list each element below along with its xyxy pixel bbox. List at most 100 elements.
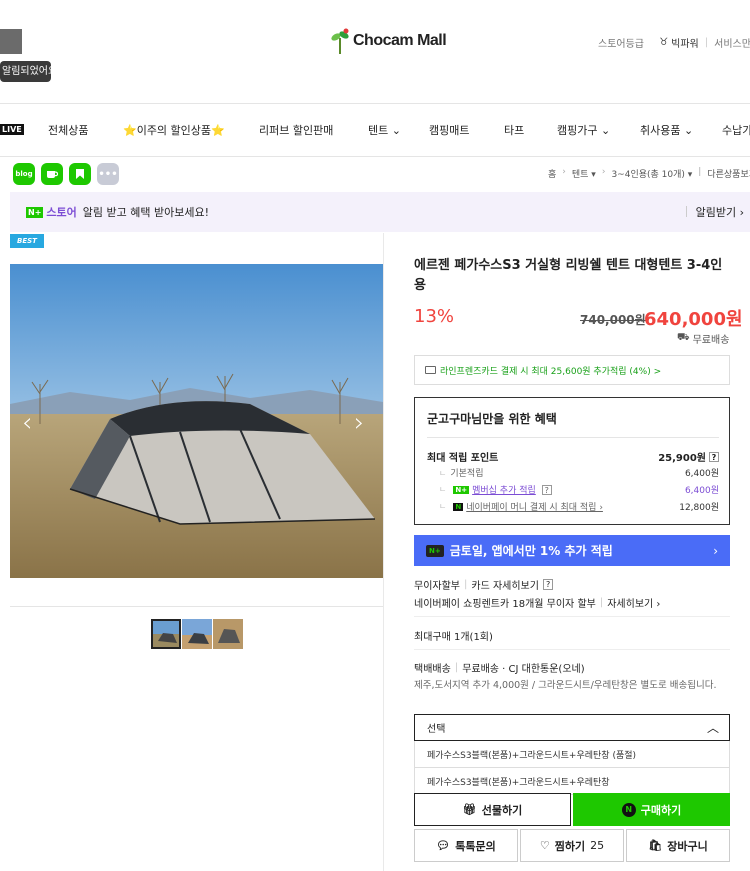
promo-text: 금토일, 앱에서만 1% 추가 적립 (449, 544, 613, 558)
wishlist-button[interactable]: ♡ 찜하기 25 (520, 829, 624, 862)
installment-card-link[interactable]: 카드 자세히보기 (471, 577, 539, 592)
npay-points-value: 12,800원 (679, 503, 719, 513)
nav-storage[interactable]: 수납가 (722, 122, 750, 138)
max-points-label: 최대 적립 포인트 (427, 453, 499, 464)
blog-share-label: blog (15, 170, 33, 178)
gift-label: 선물하기 (481, 803, 523, 817)
membership-points-link[interactable]: 멤버십 추가 적립 (472, 483, 536, 496)
cafe-share-icon[interactable] (41, 163, 63, 185)
nav-refurb-sale[interactable]: 리퍼브 할인판매 (259, 122, 333, 138)
more-share-icon[interactable]: ••• (97, 163, 119, 185)
wishlist-count: 25 (590, 839, 605, 852)
max-points-value: 25,900원 (658, 453, 706, 464)
nav-all-products[interactable]: 전체상품 (48, 122, 88, 138)
sale-price: 640,000원 (644, 309, 743, 330)
store-logo[interactable]: Chocam Mall (330, 28, 447, 54)
notify-button[interactable]: 알림받기 › (685, 204, 744, 220)
truck-icon: ⛟ (677, 332, 690, 343)
benefit-box: 군고구마님만을 위한 혜택 최대 적립 포인트 25,900원? 기본적립 6,… (414, 397, 730, 525)
membership-points-row: N+멤버십 추가 적립? 6,400원 (427, 483, 719, 496)
store-grade-link[interactable]: 스토어등급 (598, 35, 644, 50)
bigpower-icon: ♉ (659, 37, 669, 48)
benefit-title: 군고구마님만을 위한 혜택 (427, 412, 557, 426)
nav-tent[interactable]: 텐트 ⌄ (368, 122, 401, 138)
thumbnail-1[interactable] (151, 619, 181, 649)
delivery-note-text: 제주,도서지역 추가 4,000원 / 그라운드시트/우레탄창은 별도로 배송됩… (414, 680, 717, 691)
profile-placeholder (0, 29, 22, 54)
chat-bubble-icon: 💬︎ (436, 839, 451, 852)
breadcrumb-home[interactable]: 홈 (548, 167, 556, 180)
service-link[interactable]: 서비스만족 (714, 35, 750, 50)
bigpower-label: 빅파워 (671, 39, 699, 50)
membership-help-icon[interactable]: ? (541, 484, 552, 495)
delivery-row: 택배배송 | 무료배송 · CJ 대한통운(오네) (414, 662, 585, 675)
app-promo-banner[interactable]: N+ 금토일, 앱에서만 1% 추가 적립 › (414, 535, 730, 566)
gift-button[interactable]: 🎁︎ 선물하기 (414, 793, 571, 826)
notify-banner: N+ 스토어 알림 받고 혜택 받아보세요! 알림받기 › (10, 192, 750, 232)
card-benefit-link[interactable]: 라인프렌즈카드 결제 시 최대 25,600원 추가적립 (4%) > (414, 355, 730, 385)
naver-plus-membership-icon: N+ (453, 485, 470, 494)
nav-cookware[interactable]: 취사용품 ⌄ (640, 122, 693, 138)
free-shipping-text: 무료배송 (692, 335, 730, 346)
rental-detail-link[interactable]: 자세히보기 › (607, 595, 660, 610)
benefit-divider (427, 437, 719, 438)
column-divider (383, 233, 384, 871)
max-points-row: 최대 적립 포인트 25,900원? (427, 449, 719, 464)
prev-image-arrow-icon[interactable]: ‹ (22, 408, 32, 438)
max-purchase-text: 최대구매 1개(1회) (414, 632, 493, 643)
bookmark-share-icon[interactable] (69, 163, 91, 185)
rental-row: 네이버페이 쇼핑렌트카 18개월 무이자 할부 | 자세히보기 › (414, 595, 661, 610)
thumbnail-strip (151, 619, 243, 649)
share-buttons: blog ••• (13, 163, 119, 185)
delivery-label: 택배배송 (414, 664, 451, 675)
thumbnail-3[interactable] (213, 619, 243, 649)
best-badge: BEST (10, 234, 44, 248)
naver-pay-icon: N (453, 502, 464, 511)
blog-share-icon[interactable]: blog (13, 163, 35, 185)
live-badge[interactable]: LIVE (0, 124, 24, 135)
breadcrumb-tent[interactable]: 텐트 ▾ (572, 167, 596, 180)
nav-divider (0, 156, 750, 157)
option-select[interactable]: 선택 ︿ (414, 714, 730, 741)
rental-text: 네이버페이 쇼핑렌트카 18개월 무이자 할부 (414, 599, 596, 610)
nav-tarp[interactable]: 타프 (504, 122, 524, 138)
card-benefit-text: 라인프렌즈카드 결제 시 최대 25,600원 추가적립 (4%) > (440, 366, 662, 377)
basic-points-value: 6,400원 (684, 469, 719, 479)
installment-label: 무이자할부 (414, 581, 460, 592)
next-image-arrow-icon[interactable]: › (354, 408, 364, 438)
delivery-note: 제주,도서지역 추가 4,000원 / 그라운드시트/우레탄창은 별도로 배송됩… (414, 677, 716, 691)
free-shipping-badge: ⛟ 무료배송 (677, 331, 729, 346)
store-label-text: 스토어 (46, 206, 77, 219)
option-select-label: 선택 (427, 724, 446, 735)
other-products-link[interactable]: 다른상품보기 (707, 167, 750, 180)
basic-points-label: 기본적립 (427, 466, 483, 479)
chevron-up-icon: ︿ (706, 721, 719, 735)
installment-help-icon[interactable]: ? (542, 579, 554, 590)
header-links: 스토어등급 ♉ 빅파워 | 서비스만족 (598, 35, 750, 50)
buy-button[interactable]: N 구매하기 (573, 793, 730, 826)
option-item-soldout[interactable]: 페가수스S3블랙(본품)+그라운드시트+우레탄창 (품절) (414, 741, 730, 768)
nav-camping-mat[interactable]: 캠핑매트 (429, 122, 469, 138)
breadcrumb-category[interactable]: 3~4인용(총 10개) ▾ (611, 167, 692, 180)
naver-plus-app-icon: N+ (426, 544, 444, 557)
breadcrumb: 홈 › 텐트 ▾ › 3~4인용(총 10개) ▾ | 다른상품보기 (548, 167, 750, 180)
cart-label: 장바구니 (667, 839, 708, 853)
npay-points-link[interactable]: 네이버페이 머니 결제 시 최대 적립 › (466, 500, 603, 513)
thumbnail-2[interactable] (182, 619, 212, 649)
leaf-logo-icon (331, 28, 349, 54)
info-divider-1 (414, 616, 730, 617)
option-item[interactable]: 페가수스S3블랙(본품)+그라운드시트+우레탄창 (414, 768, 730, 795)
npay-points-row: N네이버페이 머니 결제 시 최대 적립 › 12,800원 (427, 500, 719, 513)
heart-icon: ♡ (539, 839, 550, 852)
nav-weekly-sale[interactable]: ⭐이주의 할인상품⭐ (123, 122, 225, 138)
nav-camping-furniture[interactable]: 캠핑가구 ⌄ (557, 122, 610, 138)
credit-card-icon (425, 366, 436, 374)
delivery-value: 무료배송 · CJ 대한통운(오네) (462, 664, 585, 675)
cart-button[interactable]: 🛍︎ 장바구니 (626, 829, 730, 862)
help-icon[interactable]: ? (709, 451, 719, 462)
banner-message: 알림 받고 혜택 받아보세요! (82, 206, 209, 219)
naver-plus-icon: N+ (26, 206, 44, 218)
talktalk-button[interactable]: 💬︎ 톡톡문의 (414, 829, 518, 862)
product-main-image[interactable] (10, 264, 383, 578)
info-divider-2 (414, 649, 730, 650)
